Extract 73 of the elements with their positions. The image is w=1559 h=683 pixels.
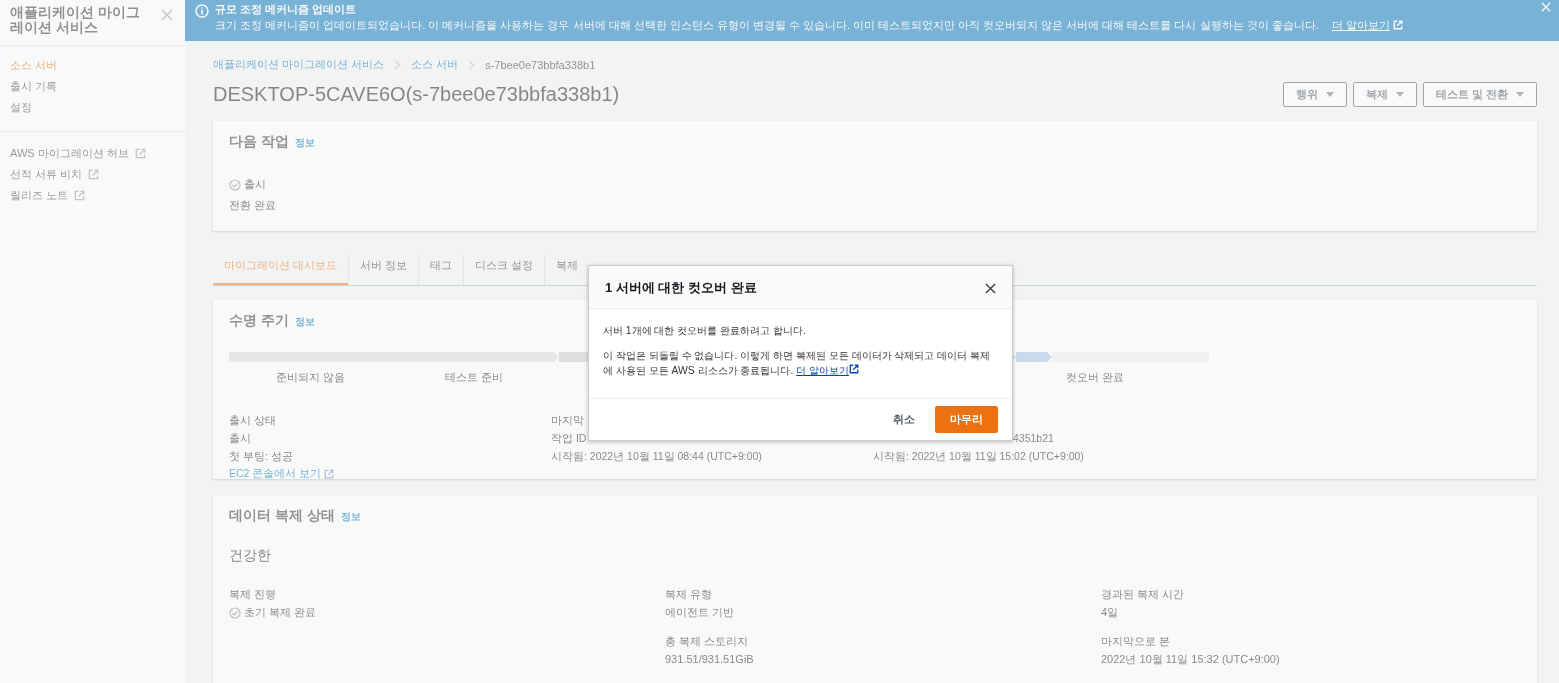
external-link-icon bbox=[849, 364, 859, 374]
page-title: DESKTOP-5CAVE6O(s-7bee0e73bbfa338b1) bbox=[213, 83, 620, 106]
external-link-icon bbox=[74, 190, 86, 201]
dropdown-button[interactable]: 테스트 및 전환 bbox=[1422, 82, 1537, 107]
caret-icon bbox=[1395, 91, 1404, 98]
chevron-icon bbox=[394, 59, 402, 70]
tab[interactable]: 디스크 설정 bbox=[462, 255, 544, 285]
chevron-icon bbox=[468, 59, 476, 70]
sidebar-item[interactable]: 출시 기록 bbox=[10, 79, 175, 94]
tab[interactable]: 서버 정보 bbox=[347, 255, 418, 285]
learn-more-link[interactable]: 더 알아보기 bbox=[796, 365, 849, 376]
cancel-button[interactable]: 취소 bbox=[887, 411, 921, 428]
field-value: 931.51/931.51GiB bbox=[665, 652, 754, 667]
field-value: 작업 ID bbox=[551, 431, 587, 446]
breadcrumb-item: s-7bee0e73bbfa338b1 bbox=[485, 58, 596, 71]
dialog-text: 서버 1개에 대한 컷오버를 완료하려고 합니다. bbox=[603, 324, 807, 338]
dialog-title: 1 서버에 대한 컷오버 완료 bbox=[605, 279, 757, 297]
field-value: 시작됨: 2022년 10월 11일 08:44 (UTC+9:00) bbox=[551, 449, 762, 464]
breadcrumb-item[interactable]: 소스 서버 bbox=[411, 57, 459, 72]
check-circle-icon bbox=[229, 178, 241, 191]
step-label: 테스트 준비 bbox=[444, 370, 503, 385]
external-link-icon bbox=[134, 148, 146, 159]
sidebar-item[interactable]: 설정 bbox=[10, 100, 175, 115]
card-title: 데이터 복제 상태 bbox=[229, 507, 335, 525]
tab[interactable]: 태그 bbox=[417, 255, 463, 285]
step-label: 컷오버 완료 bbox=[1065, 370, 1124, 385]
health-status: 건강한 bbox=[229, 547, 271, 565]
card-title: 다음 작업 bbox=[229, 133, 289, 151]
status-text: 출시 bbox=[244, 177, 266, 192]
field-label: 마지막 bbox=[551, 413, 584, 428]
external-link-icon bbox=[88, 169, 100, 180]
action-text: 전환 완료 bbox=[229, 198, 277, 213]
field-value: 4351b21 bbox=[1013, 431, 1054, 446]
sidebar-link[interactable]: 선적 서류 비치 bbox=[10, 167, 83, 182]
tab[interactable]: 마이그레이션 대시보드 bbox=[213, 255, 348, 285]
external-link-icon bbox=[324, 469, 335, 479]
field-label: 경과된 복제 시간 bbox=[1101, 587, 1185, 602]
caret-icon bbox=[1325, 91, 1334, 98]
info-link[interactable]: 정보 bbox=[294, 315, 315, 329]
close-icon[interactable] bbox=[985, 282, 996, 294]
info-icon bbox=[195, 4, 209, 18]
sidebar-link[interactable]: 릴리즈 노트 bbox=[10, 188, 69, 203]
field-value: 에이전트 기반 bbox=[665, 605, 735, 620]
dropdown-button[interactable]: 복제 bbox=[1352, 82, 1417, 107]
field-value: 첫 부팅: 성공 bbox=[229, 449, 293, 464]
confirm-button[interactable]: 마무리 bbox=[935, 406, 998, 433]
dropdown-button[interactable]: 행위 bbox=[1282, 82, 1347, 107]
sidebar-title: 애플리케이션 마이그레이션 서비스 bbox=[10, 5, 141, 35]
step-label: 준비되지 않음 bbox=[276, 370, 346, 385]
field-label: 마지막으로 본 bbox=[1101, 634, 1171, 649]
field-value: 시작됨: 2022년 10월 11일 15:02 (UTC+9:00) bbox=[873, 449, 1084, 464]
banner-title: 규모 조정 메커니즘 업데이트 bbox=[215, 2, 358, 17]
dialog-text: 이 작업은 되돌릴 수 없습니다. 이렇게 하면 복제된 모든 데이터가 삭제되고 데이터 복제에 사용된 모든 AWS 리소스가 종료됩니다. 더 알아보기 bbox=[603, 349, 992, 378]
field-label: 복제 진행 bbox=[229, 587, 277, 602]
console-link[interactable]: EC2 콘솔에서 보기 bbox=[229, 467, 322, 481]
learn-more-link[interactable]: 더 알아보기 bbox=[1331, 17, 1390, 33]
field-label: 총 복제 스토리지 bbox=[665, 634, 749, 649]
check-circle-icon bbox=[229, 606, 241, 619]
sidebar-link[interactable]: AWS 마이그레이션 허브 bbox=[10, 146, 129, 161]
sidebar-item[interactable]: 소스 서버 bbox=[10, 58, 175, 73]
field-value: 초기 복제 완료 bbox=[244, 605, 317, 620]
caret-icon bbox=[1516, 91, 1524, 98]
field-value: 2022년 10월 11일 15:32 (UTC+9:00) bbox=[1101, 652, 1280, 667]
external-link-icon bbox=[1392, 20, 1403, 30]
field-value: 출시 bbox=[229, 431, 251, 446]
card-title: 수명 주기 bbox=[229, 312, 289, 330]
info-link[interactable]: 정보 bbox=[340, 510, 361, 524]
field-value: 4일 bbox=[1101, 605, 1119, 620]
banner-text: 크기 조정 메커니즘이 업데이트되었습니다. 이 메커니즘을 사용하는 경우 서버에 대해 선택한 인스턴스 유형이 변경될 수 있습니다. 이미 테스트되었지만 아직 컷오버되지 않은 서버에 대해 테스트를 다시 실행하는 것이 좋습니다. bbox=[215, 18, 1319, 33]
field-label: 복제 유형 bbox=[665, 587, 713, 602]
info-link[interactable]: 정보 bbox=[294, 136, 315, 150]
breadcrumb-item[interactable]: 애플리케이션 마이그레이션 서비스 bbox=[213, 57, 385, 72]
field-label: 출시 상태 bbox=[229, 413, 276, 428]
